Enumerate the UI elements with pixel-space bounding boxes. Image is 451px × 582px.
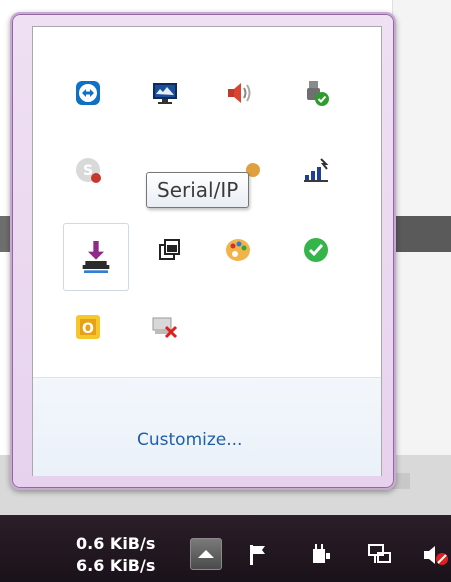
net-down: 6.6 KiB/s — [76, 556, 156, 575]
usb-safely-remove-icon[interactable] — [299, 76, 333, 110]
tray-overflow-inner: S O Serial/IP Customize... — [32, 26, 382, 476]
monitor-icon[interactable] — [148, 76, 182, 110]
network-disconnected-icon[interactable] — [148, 310, 182, 344]
speaker-muted-icon[interactable] — [422, 541, 450, 569]
serial-ip-tooltip: Serial/IP — [146, 172, 250, 208]
skype-icon[interactable]: S — [71, 153, 105, 187]
chevron-up-icon — [198, 550, 214, 558]
customize-link[interactable]: Customize... — [137, 430, 242, 450]
background-bar-right — [392, 216, 451, 252]
net-up: 0.6 KiB/s — [76, 534, 156, 553]
tray-icons-area: S O Serial/IP — [33, 27, 381, 377]
teamviewer-icon[interactable] — [71, 76, 105, 110]
palette-icon[interactable] — [221, 233, 255, 267]
tray-overflow-popup: S O Serial/IP Customize... — [10, 12, 396, 490]
popup-footer: Customize... — [33, 377, 381, 476]
taskbar: 0.6 KiB/s 6.6 KiB/s — [0, 515, 451, 582]
network-icon[interactable] — [366, 541, 394, 569]
svg-text:O: O — [82, 321, 94, 337]
network-speed: 0.6 KiB/s 6.6 KiB/s — [76, 533, 155, 577]
windows-icon[interactable] — [153, 233, 187, 267]
signal-bars-icon[interactable] — [299, 153, 333, 187]
power-icon[interactable] — [306, 541, 334, 569]
outlook-icon[interactable]: O — [71, 310, 105, 344]
show-hidden-icons-button[interactable] — [190, 538, 222, 570]
green-check-icon[interactable] — [299, 233, 333, 267]
serial-ip-icon[interactable] — [63, 223, 129, 291]
flag-icon[interactable] — [246, 541, 274, 569]
volume-icon[interactable] — [221, 76, 255, 110]
